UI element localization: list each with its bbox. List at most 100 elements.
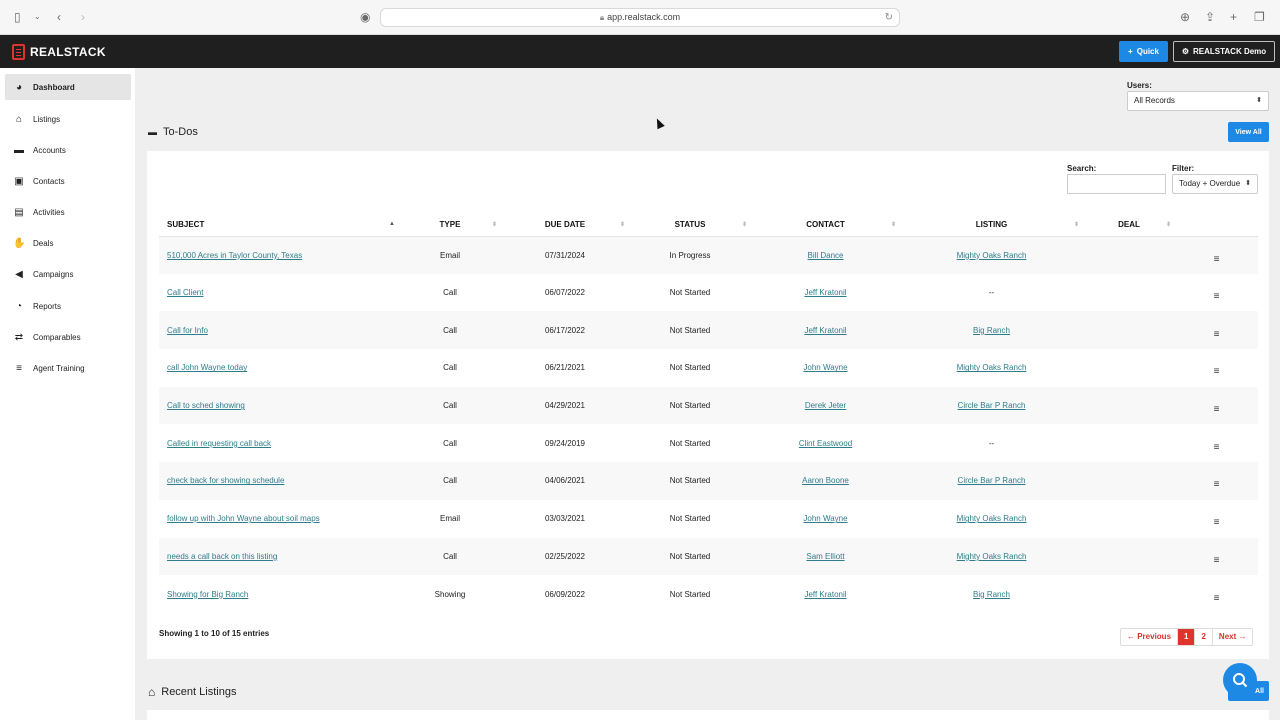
sort-icon: ⬍ xyxy=(1073,222,1079,228)
quick-add-button[interactable]: + Quick xyxy=(1119,41,1168,62)
row-menu-icon[interactable]: ≡ xyxy=(1214,254,1220,265)
mouse-cursor xyxy=(653,116,665,130)
status-cell: Not Started xyxy=(669,514,711,524)
pagination-page-1[interactable]: 1 xyxy=(1178,629,1196,645)
contact-link[interactable]: Jeff Kratonil xyxy=(804,326,846,335)
search-input[interactable] xyxy=(1067,174,1166,194)
privacy-shield-icon[interactable]: ◉ xyxy=(360,10,370,24)
subject-link[interactable]: Call Client xyxy=(167,288,203,297)
contact-link[interactable]: Clint Eastwood xyxy=(799,439,852,448)
subject-link[interactable]: call John Wayne today xyxy=(167,363,247,372)
help-search-button[interactable] xyxy=(1223,663,1257,697)
listing-link[interactable]: Big Ranch xyxy=(973,326,1010,335)
listing-link[interactable]: Mighty Oaks Ranch xyxy=(957,363,1027,372)
listing-link[interactable]: Mighty Oaks Ranch xyxy=(957,514,1027,523)
recent-listings-section-title: ⌂ Recent Listings xyxy=(148,685,236,699)
column-header-label: SUBJECT xyxy=(167,220,205,230)
column-header-listing[interactable]: LISTING ⬍ xyxy=(900,214,1083,237)
contact-link[interactable]: Jeff Kratonil xyxy=(804,590,846,599)
sidebar-item-campaigns[interactable]: ◀ Campaigns xyxy=(5,261,131,287)
deal-cell xyxy=(1083,274,1175,312)
subject-link[interactable]: Showing for Big Ranch xyxy=(167,590,248,599)
sidebar-item-listings[interactable]: ⌂ Listings xyxy=(5,106,131,132)
status-cell: Not Started xyxy=(669,589,711,599)
row-menu-icon[interactable]: ≡ xyxy=(1214,291,1220,302)
row-menu-icon[interactable]: ≡ xyxy=(1214,479,1220,490)
status-cell: Not Started xyxy=(629,386,751,425)
tab-overview-icon[interactable]: ❐ xyxy=(1254,10,1265,24)
subject-link[interactable]: Call for Info xyxy=(167,326,208,335)
sidebar-item-label: Accounts xyxy=(33,145,66,155)
column-header-deal[interactable]: DEAL ⬍ xyxy=(1083,214,1175,237)
sidebar-toggle-icon[interactable]: ▯ xyxy=(14,10,21,24)
account-menu-button[interactable]: ⚙ REALSTACK Demo xyxy=(1173,41,1275,62)
contact-link[interactable]: Jeff Kratonil xyxy=(804,288,846,297)
row-menu-icon[interactable]: ≡ xyxy=(1214,329,1220,340)
contact-link[interactable]: Aaron Boone xyxy=(802,476,849,485)
back-icon[interactable]: ‹ xyxy=(57,10,61,24)
due-date-cell: 07/31/2024 xyxy=(501,236,629,274)
contact-link[interactable]: John Wayne xyxy=(803,514,847,523)
users-select[interactable]: All Records ⬍ xyxy=(1127,91,1269,111)
sidebar-item-reports[interactable]: ◔ Reports xyxy=(5,293,131,319)
sidebar-item-accounts[interactable]: ▬ Accounts xyxy=(5,137,131,163)
column-header-contact[interactable]: CONTACT ⬍ xyxy=(751,214,900,237)
subject-link[interactable]: needs a call back on this listing xyxy=(167,552,277,561)
subject-link[interactable]: 510,000 Acres in Taylor County, Texas xyxy=(167,251,302,260)
row-menu-icon[interactable]: ≡ xyxy=(1214,555,1220,566)
chevron-down-icon[interactable]: ⌄ xyxy=(34,10,41,24)
row-menu-icon[interactable]: ≡ xyxy=(1214,593,1220,604)
row-menu-icon[interactable]: ≡ xyxy=(1214,517,1220,528)
todos-section-title: ▬ To-Dos xyxy=(148,126,198,138)
listing-link[interactable]: Circle Bar P Ranch xyxy=(958,401,1026,410)
listing-cell: -- xyxy=(988,438,995,448)
subject-link[interactable]: check back for showing schedule xyxy=(167,476,284,485)
contact-link[interactable]: Bill Dance xyxy=(807,251,843,260)
brand-logo[interactable]: REALSTACK xyxy=(12,43,106,60)
reload-icon[interactable]: ↻ xyxy=(885,9,893,26)
new-tab-icon[interactable]: + xyxy=(1230,10,1237,24)
type-cell: Call xyxy=(443,288,457,298)
pagination-next[interactable]: Next → xyxy=(1213,629,1253,645)
todos-view-all-button[interactable]: View All xyxy=(1228,122,1269,142)
column-header-due-date[interactable]: DUE DATE ⬍ xyxy=(501,214,629,237)
sort-icon: ⬍ xyxy=(741,222,747,228)
share-icon[interactable]: ⇪ xyxy=(1205,10,1215,24)
pagination-page-2[interactable]: 2 xyxy=(1195,629,1213,645)
row-menu-icon[interactable]: ≡ xyxy=(1214,404,1220,415)
filter-select[interactable]: Today + Overdue ⬍ xyxy=(1172,174,1258,194)
forward-icon[interactable]: › xyxy=(81,10,85,24)
sidebar-item-agent-training[interactable]: ≡ Agent Training xyxy=(5,355,131,381)
download-icon[interactable]: ⊕ xyxy=(1180,10,1190,24)
pagination-previous[interactable]: ← Previous xyxy=(1121,629,1179,645)
briefcase-icon: ▬ xyxy=(14,144,24,156)
sidebar-item-contacts[interactable]: ▣ Contacts xyxy=(5,168,131,194)
column-header-type[interactable]: TYPE ⬍ xyxy=(399,214,501,237)
column-header-subject[interactable]: SUBJECT ▲ xyxy=(159,214,399,237)
listing-link[interactable]: Big Ranch xyxy=(973,590,1010,599)
subject-link[interactable]: Called in requesting call back xyxy=(167,439,271,448)
column-header-status[interactable]: STATUS ⬍ xyxy=(629,214,751,237)
column-header-label: CONTACT xyxy=(806,220,845,230)
row-menu-icon[interactable]: ≡ xyxy=(1214,366,1220,377)
row-menu-icon[interactable]: ≡ xyxy=(1214,442,1220,453)
subject-link[interactable]: follow up with John Wayne about soil map… xyxy=(167,514,320,523)
status-cell: Not Started xyxy=(669,438,711,448)
table-row: check back for showing schedule Call 04/… xyxy=(159,462,1258,500)
contact-link[interactable]: John Wayne xyxy=(803,363,847,372)
listing-link[interactable]: Circle Bar P Ranch xyxy=(958,476,1026,485)
sidebar-item-comparables[interactable]: ⇄ Comparables xyxy=(5,324,131,350)
sidebar-item-dashboard[interactable]: ◕ Dashboard xyxy=(5,74,131,100)
contact-link[interactable]: Derek Jeter xyxy=(805,401,846,410)
subject-link[interactable]: Call to sched showing xyxy=(167,401,245,410)
listing-link[interactable]: Mighty Oaks Ranch xyxy=(957,251,1027,260)
contact-link[interactable]: Sam Elliott xyxy=(806,552,844,561)
address-bar[interactable]: 🔒︎ app.realstack.com ↻ xyxy=(380,8,900,27)
sidebar-item-activities[interactable]: ▤ Activities xyxy=(5,199,131,225)
sidebar: ◕ Dashboard ⌂ Listings ▬ Accounts ▣ Cont… xyxy=(0,68,135,720)
deal-cell xyxy=(1083,575,1175,613)
listing-link[interactable]: Mighty Oaks Ranch xyxy=(957,552,1027,561)
plus-icon: + xyxy=(1128,47,1133,56)
status-cell: Not Started xyxy=(669,363,711,373)
sidebar-item-deals[interactable]: ✋ Deals xyxy=(5,230,131,256)
